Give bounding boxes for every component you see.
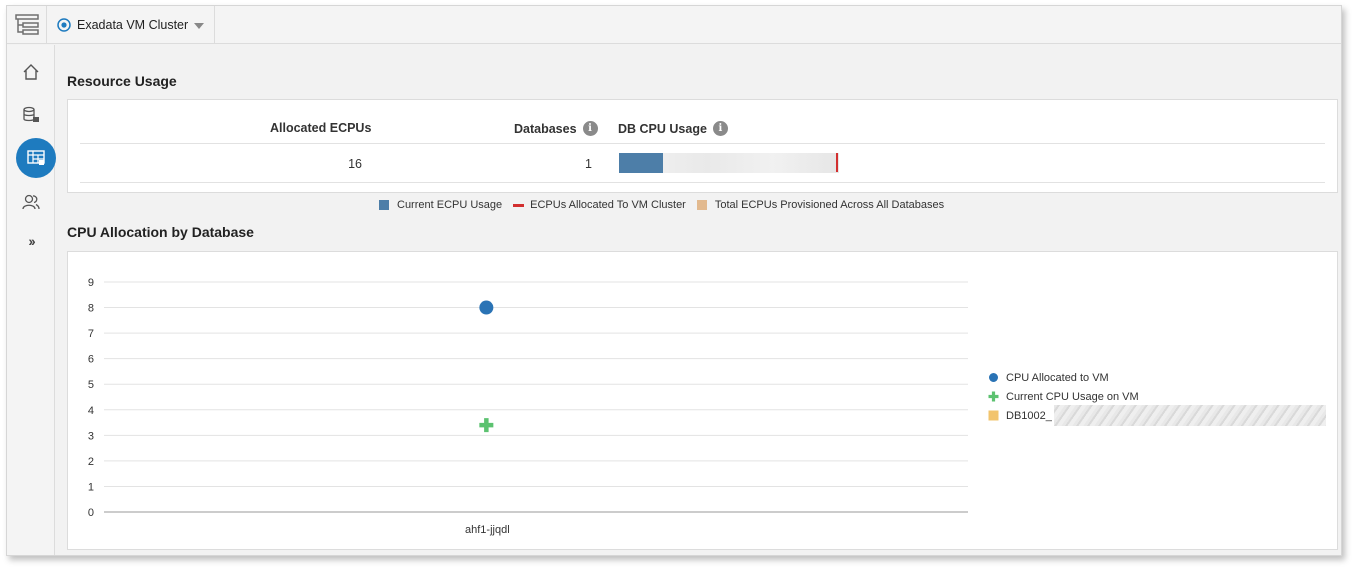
- legend-marker: [988, 410, 999, 421]
- databases-header: Databases i: [514, 121, 598, 136]
- legend-item[interactable]: Current CPU Usage on VM: [988, 387, 1326, 406]
- info-icon[interactable]: i: [582, 121, 598, 136]
- data-point-cpu-allocated[interactable]: [479, 300, 494, 315]
- legend-swatch: [379, 200, 389, 210]
- resource-usage-title: Resource Usage: [67, 73, 177, 89]
- y-tick-label: 4: [88, 405, 94, 417]
- legend-label: Current CPU Usage on VM: [1006, 390, 1139, 403]
- users-icon: [22, 194, 40, 210]
- menu-button[interactable]: [7, 6, 47, 44]
- row-divider: [80, 182, 1325, 183]
- legend-item: Total ECPUs Provisioned Across All Datab…: [696, 199, 945, 211]
- x-category-label: ahf1-jjqdl: [465, 524, 510, 536]
- nav-databases[interactable]: [17, 101, 45, 129]
- y-tick-label: 0: [88, 507, 94, 519]
- target-radio-icon: [57, 18, 71, 32]
- current-ecpu-usage-fill: [619, 153, 663, 173]
- home-icon: [23, 64, 39, 80]
- legend-item[interactable]: DB1002_: [988, 405, 1326, 426]
- y-tick-label: 1: [88, 481, 94, 493]
- legend-label: Total ECPUs Provisioned Across All Datab…: [714, 199, 945, 211]
- allocated-ecpus-header: Allocated ECPUs: [270, 121, 371, 135]
- y-tick-label: 7: [88, 328, 94, 340]
- y-tick-label: 2: [88, 456, 94, 468]
- legend-swatch: [513, 203, 525, 207]
- nav-vm-cluster[interactable]: [16, 138, 56, 178]
- allocated-ecpus-label: Allocated ECPUs: [270, 121, 372, 135]
- chart-legend: CPU Allocated to VM Current CPU Usage on…: [988, 368, 1326, 426]
- legend-label: Current ECPU Usage: [397, 199, 503, 211]
- row-divider: [80, 143, 1325, 144]
- db-cpu-usage-label: DB CPU Usage: [618, 121, 707, 136]
- legend-label: CPU Allocated to VM: [1006, 371, 1109, 384]
- vm-cluster-icon: [27, 150, 45, 165]
- legend-item: ECPUs Allocated To VM Cluster: [513, 199, 686, 211]
- redacted-region: [1053, 405, 1326, 426]
- nav-users[interactable]: [17, 188, 45, 216]
- legend-marker: [988, 372, 999, 383]
- databases-value: 1: [585, 157, 592, 171]
- nav-expand[interactable]: ››: [17, 227, 45, 255]
- legend-item[interactable]: CPU Allocated to VM: [988, 368, 1326, 387]
- nav-home[interactable]: [17, 58, 45, 86]
- db-cpu-usage-bar[interactable]: [619, 153, 839, 173]
- resource-usage-card: Allocated ECPUs Databases i DB CPU Usage…: [67, 99, 1338, 193]
- db-cpu-usage-header: DB CPU Usage i: [618, 121, 728, 136]
- cpu-allocation-title: CPU Allocation by Database: [67, 224, 254, 240]
- legend-marker: [988, 391, 999, 402]
- y-tick-label: 6: [88, 354, 94, 366]
- target-label: Exadata VM Cluster: [77, 18, 189, 32]
- allocated-ecpus-value: 16: [348, 157, 362, 171]
- top-bar: Exadata VM Cluster: [7, 6, 1341, 44]
- y-tick-label: 5: [88, 379, 94, 391]
- left-rail: ››: [7, 45, 56, 555]
- legend-label: DB1002_: [1006, 409, 1052, 422]
- data-point-current-cpu-usage[interactable]: [479, 418, 494, 433]
- chevron-down-icon[interactable]: [194, 23, 205, 29]
- legend-item: Current ECPU Usage: [379, 199, 502, 211]
- y-tick-label: 3: [88, 430, 94, 442]
- app-frame: Exadata VM Cluster ›› Resource Usage All…: [6, 5, 1342, 556]
- legend-label: ECPUs Allocated To VM Cluster: [530, 199, 686, 211]
- database-icon: [23, 106, 39, 122]
- y-tick-label: 9: [88, 277, 94, 289]
- y-tick-label: 8: [88, 303, 94, 315]
- info-icon[interactable]: i: [712, 121, 728, 136]
- cpu-allocation-chart: 0 1 2 3 4 5 6 7 8 9 ahf1-jjqdl: [88, 277, 968, 536]
- target-selector[interactable]: Exadata VM Cluster: [49, 6, 215, 44]
- resource-usage-legend: Current ECPU Usage ECPUs Allocated To VM…: [379, 199, 955, 211]
- ecpus-allocated-marker: [835, 153, 838, 172]
- double-chevron-right-icon: ››: [28, 233, 35, 249]
- cpu-allocation-card: 0 1 2 3 4 5 6 7 8 9 ahf1-jjqdl CPU Allocated to V…: [67, 251, 1338, 550]
- databases-label: Databases: [514, 121, 577, 136]
- legend-swatch: [696, 200, 707, 210]
- tree-menu-icon: [14, 14, 39, 35]
